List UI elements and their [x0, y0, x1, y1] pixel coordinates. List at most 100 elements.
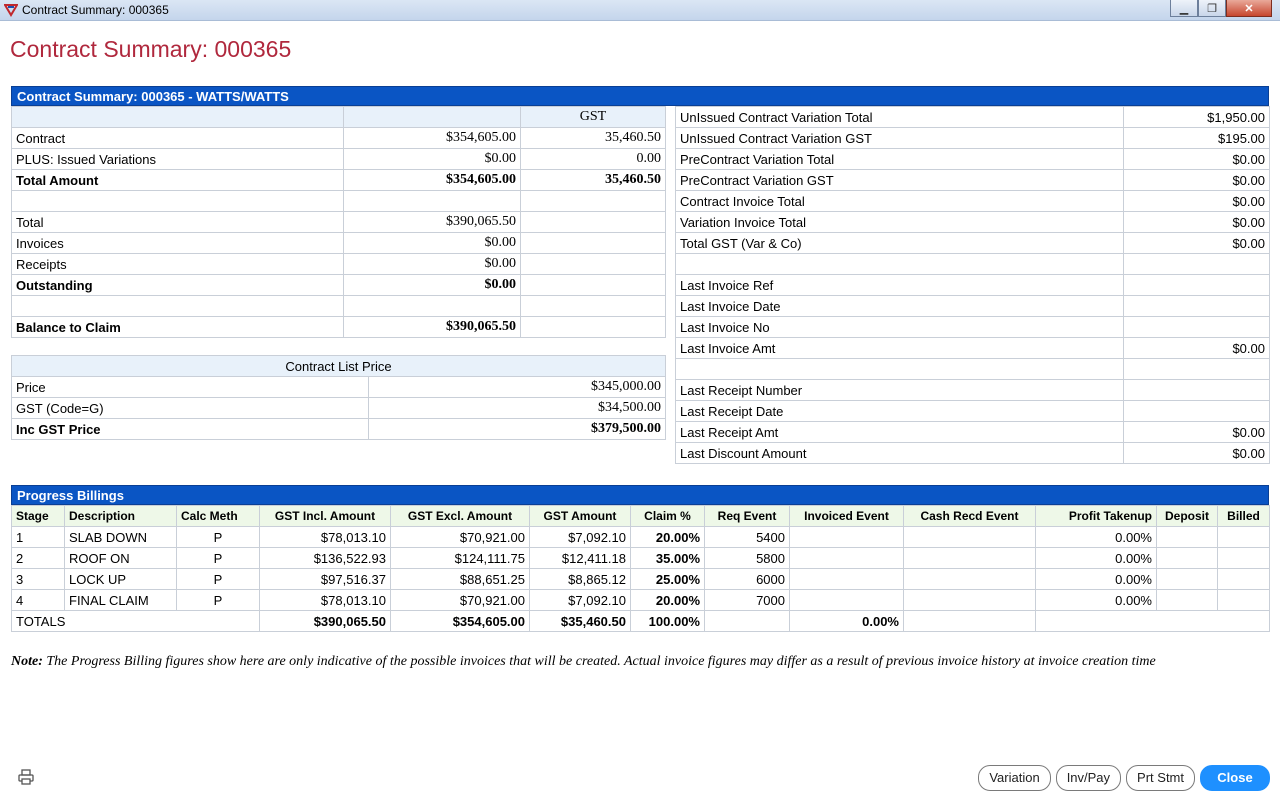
info-value: $0.00: [1123, 232, 1270, 254]
close-icon: ✕: [1244, 2, 1254, 15]
billing-cell: $7,092.10: [529, 589, 631, 611]
billing-cell: $78,013.10: [259, 589, 391, 611]
billing-cell: 0.00%: [1035, 568, 1157, 590]
billing-row[interactable]: 4 FINAL CLAIM P $78,013.10 $70,921.00 $7,092.…: [11, 589, 1270, 611]
billing-row[interactable]: 3 LOCK UP P $97,516.37 $88,651.25 $8,865.12 25…: [11, 568, 1270, 590]
info-row: PreContract Variation Total $0.00: [675, 148, 1270, 170]
summary-label: [11, 295, 344, 317]
summary-row: Receipts $0.00: [11, 253, 666, 275]
summary-row: Outstanding $0.00: [11, 274, 666, 296]
close-button[interactable]: Close: [1200, 765, 1270, 791]
summary-header: Contract Summary: 000365 - WATTS/WATTS: [11, 86, 1269, 106]
billing-cell: 3: [11, 568, 65, 590]
billing-cell: [789, 568, 904, 590]
inv-pay-button[interactable]: Inv/Pay: [1055, 765, 1122, 791]
info-label: Variation Invoice Total: [675, 211, 1124, 233]
info-row: Last Receipt Number: [675, 379, 1270, 401]
billing-cell: 0.00%: [1035, 526, 1157, 548]
info-value: [1123, 358, 1270, 380]
info-label: Last Receipt Number: [675, 379, 1124, 401]
info-label: Total GST (Var & Co): [675, 232, 1124, 254]
list-price-row: GST (Code=G) $34,500.00: [11, 397, 667, 419]
totals-invoiced: 0.00%: [789, 610, 904, 632]
billing-cell: $97,516.37: [259, 568, 391, 590]
info-value: $0.00: [1123, 337, 1270, 359]
summary-amount: $390,065.50: [343, 316, 521, 338]
summary-label: Total: [11, 211, 344, 233]
window-titlebar: Contract Summary: 000365 ▁ ❐ ✕: [0, 0, 1280, 21]
billing-row[interactable]: 1 SLAB DOWN P $78,013.10 $70,921.00 $7,092.10…: [11, 526, 1270, 548]
info-row: Last Receipt Amt $0.00: [675, 421, 1270, 443]
info-row: Variation Invoice Total $0.00: [675, 211, 1270, 233]
summary-gst: 35,460.50: [520, 169, 666, 191]
info-value: [1123, 253, 1270, 275]
info-label: UnIssued Contract Variation Total: [675, 106, 1124, 128]
info-value: $0.00: [1123, 169, 1270, 191]
totals-incl: $390,065.50: [259, 610, 391, 632]
variation-button[interactable]: Variation: [978, 765, 1051, 791]
summary-label: Total Amount: [11, 169, 344, 191]
info-row: UnIssued Contract Variation GST $195.00: [675, 127, 1270, 149]
progress-billings-table: Stage Description Calc Meth GST Incl. Amoun…: [11, 505, 1270, 632]
action-buttons: Variation Inv/Pay Prt Stmt Close: [978, 765, 1270, 791]
column-header: Cash Recd Event: [903, 505, 1036, 527]
billing-cell: [1156, 526, 1218, 548]
progress-billings-header: Progress Billings: [11, 485, 1269, 505]
note-text: The Progress Billing figures show here a…: [42, 654, 1156, 669]
maximize-button[interactable]: ❐: [1198, 0, 1226, 17]
summary-gst: 35,460.50: [520, 127, 666, 149]
info-value: $0.00: [1123, 211, 1270, 233]
info-row: Last Invoice Amt $0.00: [675, 337, 1270, 359]
summary-left: GST Contract $354,605.00 35,460.50 PLUS: Is…: [11, 106, 666, 338]
summary-label: [11, 190, 344, 212]
billing-cell: 5400: [704, 526, 790, 548]
billing-cell: [1156, 568, 1218, 590]
billing-cell: [903, 526, 1036, 548]
column-header: Billed: [1217, 505, 1270, 527]
summary-row: Balance to Claim $390,065.50: [11, 316, 666, 338]
restore-icon: ❐: [1207, 2, 1217, 15]
window-title: Contract Summary: 000365: [22, 3, 169, 17]
info-value: [1123, 316, 1270, 338]
summary-gst: [520, 274, 666, 296]
list-price-label: Inc GST Price: [11, 418, 369, 440]
summary-row: Contract $354,605.00 35,460.50: [11, 127, 666, 149]
info-label: UnIssued Contract Variation GST: [675, 127, 1124, 149]
billing-cell: P: [176, 589, 260, 611]
summary-amount: $0.00: [343, 274, 521, 296]
column-header: Invoiced Event: [789, 505, 904, 527]
info-row: Total GST (Var & Co) $0.00: [675, 232, 1270, 254]
summary-gst: [520, 211, 666, 233]
info-label: Last Invoice No: [675, 316, 1124, 338]
column-header: Deposit: [1156, 505, 1218, 527]
print-statement-button[interactable]: Prt Stmt: [1126, 765, 1195, 791]
column-header: GST Excl. Amount: [390, 505, 530, 527]
summary-amount: $0.00: [343, 253, 521, 275]
window-controls: ▁ ❐ ✕: [1170, 0, 1272, 18]
info-value: [1123, 400, 1270, 422]
close-window-button[interactable]: ✕: [1226, 0, 1272, 17]
list-price-value: $345,000.00: [367, 376, 667, 398]
summary-amount: $0.00: [343, 232, 521, 254]
printer-icon[interactable]: [17, 768, 35, 786]
info-value: $0.00: [1123, 442, 1270, 464]
info-label: Last Discount Amount: [675, 442, 1124, 464]
billing-cell: $78,013.10: [259, 526, 391, 548]
column-header: Stage: [11, 505, 65, 527]
summary-gst: [520, 295, 666, 317]
totals-blank: [1035, 610, 1270, 632]
billing-cell: [903, 589, 1036, 611]
summary-gst: [520, 232, 666, 254]
billing-cell: [789, 547, 904, 569]
summary-amount: $390,065.50: [343, 211, 521, 233]
info-value: $0.00: [1123, 421, 1270, 443]
billing-row[interactable]: 2 ROOF ON P $136,522.93 $124,111.75 $12,411.1…: [11, 547, 1270, 569]
billing-cell: [903, 568, 1036, 590]
info-row: [675, 358, 1270, 380]
minimize-button[interactable]: ▁: [1170, 0, 1198, 17]
column-header: Claim %: [630, 505, 705, 527]
billing-cell: $7,092.10: [529, 526, 631, 548]
summary-row: Total $390,065.50: [11, 211, 666, 233]
list-price-panel: Contract List Price Price $345,000.00 GST …: [10, 355, 667, 440]
summary-panel: Contract Summary: 000365 - WATTS/WATTS: [11, 86, 1269, 106]
